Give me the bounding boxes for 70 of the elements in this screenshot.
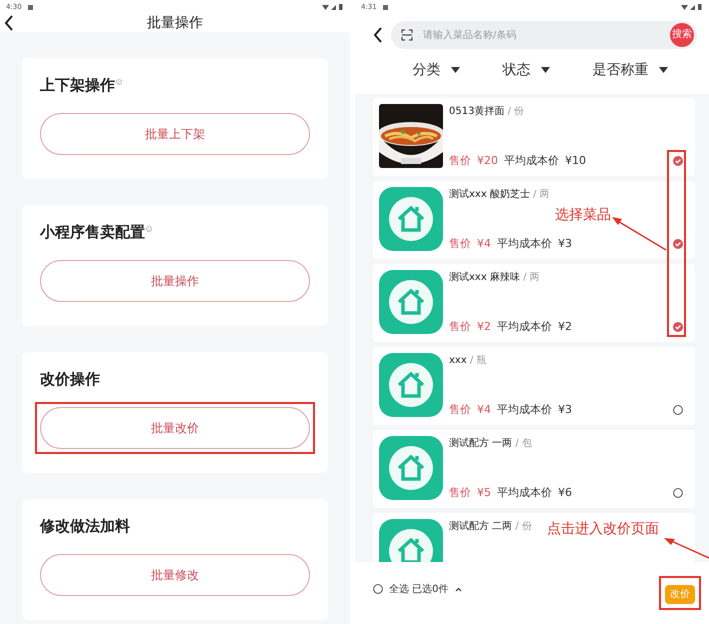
select-all-label[interactable]: 全选 已选0件 (389, 582, 449, 596)
annotation-text: 点击进入改价页面 (547, 520, 659, 538)
notification-icon (28, 4, 33, 10)
cost-label: 平均成本价 (497, 319, 552, 334)
dish-card[interactable]: xxx / 瓶 售价 ¥4 平均成本价 ¥3 (373, 347, 695, 425)
checked-icon[interactable] (673, 239, 683, 249)
notification-icon (382, 4, 388, 10)
batch-button[interactable]: 批量操作 (40, 260, 310, 302)
search-button[interactable]: 搜索 (670, 23, 694, 47)
filter-dropdown[interactable]: 分类 (412, 60, 460, 80)
price-value: ¥5 (477, 486, 491, 499)
section-title: 上下架操作 (40, 76, 115, 95)
dropdown-caret-icon[interactable] (450, 67, 460, 73)
price-value: ¥4 (477, 237, 491, 250)
dish-card[interactable]: 测试配方 一两 / 包 售价 ¥5 平均成本价 ¥6 (373, 430, 695, 508)
status-icons (320, 3, 344, 11)
scan-icon[interactable] (401, 29, 413, 41)
price-value: ¥2 (477, 320, 491, 333)
dropdown-caret-icon[interactable] (540, 67, 550, 73)
caret-icon[interactable] (454, 586, 462, 592)
cost-label: 平均成本价 (497, 236, 552, 251)
section-title: 修改做法加料 (40, 517, 130, 536)
cost-label: 平均成本价 (504, 153, 559, 168)
price-label: 售价 (449, 402, 471, 417)
info-icon[interactable] (116, 79, 122, 85)
dish-name: 测试配方 一两 / 包 (449, 436, 532, 450)
dish-name: 测试配方 二两 / 份 (449, 520, 532, 533)
dish-card[interactable]: 测试xxx 麻辣味 / 两 售价 ¥2 平均成本价 ¥2 (373, 264, 695, 342)
house-icon (379, 187, 443, 251)
dish-name: 0513黄拌面 / 份 (449, 104, 524, 118)
radio-icon[interactable] (673, 488, 683, 498)
checked-icon[interactable] (673, 322, 683, 332)
cost-value: ¥2 (558, 320, 572, 333)
house-icon (379, 270, 443, 334)
back-icon[interactable] (373, 27, 383, 43)
page-title: 批量操作 (147, 14, 203, 32)
price-label: 售价 (449, 319, 471, 334)
batch-button[interactable]: 批量改价 (40, 407, 310, 449)
dish-name: 测试xxx 麻辣味 / 两 (449, 270, 540, 284)
price-label: 售价 (449, 236, 471, 251)
price-value: ¥20 (477, 154, 498, 167)
price-label: 售价 (449, 485, 471, 500)
checked-icon[interactable] (673, 156, 683, 166)
section-title: 改价操作 (40, 370, 100, 389)
cost-label: 平均成本价 (497, 485, 552, 500)
cost-value: ¥10 (565, 154, 586, 167)
cost-value: ¥6 (558, 486, 572, 499)
cost-value: ¥3 (558, 237, 572, 250)
batch-button[interactable]: 批量修改 (40, 554, 310, 596)
dish-card[interactable]: 0513黄拌面 / 份 售价 ¥20 平均成本价 ¥10 (373, 98, 695, 176)
radio-icon[interactable] (673, 405, 683, 415)
status-icons (679, 3, 703, 11)
info-icon[interactable] (146, 226, 152, 232)
section-title: 小程序售卖配置 (40, 223, 145, 242)
batch-button[interactable]: 批量上下架 (40, 113, 310, 155)
dish-name: xxx / 瓶 (449, 354, 487, 367)
house-icon (379, 436, 443, 500)
dropdown-caret-icon[interactable] (658, 67, 668, 73)
back-icon[interactable] (4, 15, 14, 31)
price-label: 售价 (449, 153, 471, 168)
search-field[interactable]: 请输入菜品名称/条码 搜索 (391, 21, 697, 49)
filter-dropdown[interactable]: 状态 (502, 60, 550, 80)
cost-value: ¥3 (558, 403, 572, 416)
annotation-text: 选择菜品 (555, 206, 611, 224)
radio-icon[interactable] (373, 584, 383, 594)
cost-label: 平均成本价 (497, 402, 552, 417)
filter-dropdown[interactable]: 是否称重 (592, 60, 668, 80)
house-icon (379, 353, 443, 417)
dish-name: 测试xxx 酸奶芝士 / 两 (449, 188, 550, 201)
price-value: ¥4 (477, 403, 491, 416)
